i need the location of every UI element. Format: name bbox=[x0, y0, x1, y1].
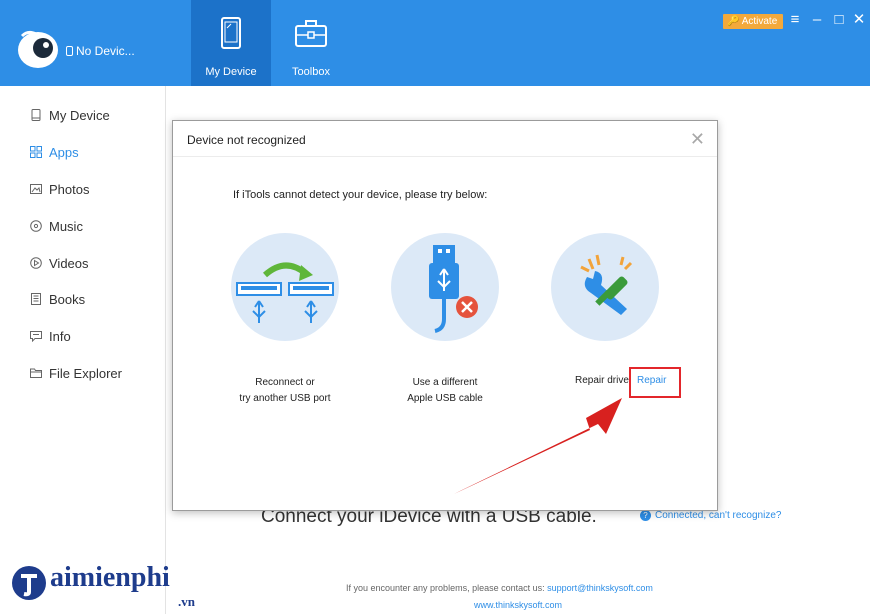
dialog-instruction: If iTools cannot detect your device, ple… bbox=[233, 189, 488, 201]
book-icon bbox=[31, 293, 41, 305]
contact-email-link[interactable]: support@thinkskysoft.com bbox=[547, 583, 653, 593]
sidebar-item-label: Info bbox=[49, 328, 71, 344]
option-line: try another USB port bbox=[239, 393, 331, 404]
key-icon: 🔑 bbox=[727, 16, 740, 27]
help-link-text: Connected, can't recognize? bbox=[655, 510, 782, 521]
title-bar: No Devic... My Device Toolbox 🔑 Activate… bbox=[0, 0, 870, 86]
watermark-logo bbox=[12, 566, 46, 600]
option-reconnect-label: Reconnect or try another USB port bbox=[221, 375, 349, 407]
sidebar-item-videos[interactable]: Videos bbox=[30, 252, 89, 274]
option-line: Reconnect or bbox=[255, 377, 315, 388]
close-icon[interactable]: ✕ bbox=[851, 10, 867, 30]
tab-my-device-label: My Device bbox=[205, 66, 257, 78]
minimize-icon[interactable]: – bbox=[809, 10, 825, 30]
sidebar-item-file-explorer[interactable]: File Explorer bbox=[30, 362, 122, 384]
phone-icon bbox=[31, 109, 41, 121]
device-status[interactable]: No Devic... bbox=[66, 44, 135, 58]
folder-icon bbox=[30, 368, 42, 378]
tab-my-device[interactable]: My Device bbox=[191, 0, 271, 86]
sidebar-item-photos[interactable]: Photos bbox=[30, 178, 89, 200]
device-status-text: No Devic... bbox=[76, 44, 135, 58]
sidebar: My Device Apps Photos Music Videos Books… bbox=[0, 86, 166, 614]
sidebar-item-apps[interactable]: Apps bbox=[30, 141, 79, 163]
watermark-brand: aimienphi bbox=[50, 562, 170, 593]
contact-text: If you encounter any problems, please co… bbox=[346, 583, 545, 593]
sidebar-item-music[interactable]: Music bbox=[30, 215, 83, 237]
annotation-arrow bbox=[454, 398, 622, 494]
toolbox-icon bbox=[295, 20, 327, 47]
itools-window: No Devic... My Device Toolbox 🔑 Activate… bbox=[0, 0, 870, 614]
tab-toolbox[interactable]: Toolbox bbox=[271, 0, 351, 86]
usb-cable-error-icon bbox=[391, 233, 499, 341]
dialog-title: Device not recognized bbox=[187, 133, 306, 147]
sidebar-item-label: Videos bbox=[49, 255, 89, 271]
apps-grid-icon bbox=[30, 146, 42, 158]
repair-tools-icon bbox=[551, 233, 659, 341]
maximize-icon[interactable]: □ bbox=[831, 10, 847, 30]
question-icon: ? bbox=[640, 510, 651, 521]
sidebar-item-books[interactable]: Books bbox=[30, 288, 85, 310]
sidebar-item-label: My Device bbox=[49, 107, 110, 123]
watermark-tld: .vn bbox=[178, 594, 195, 609]
usb-reconnect-icon bbox=[231, 233, 339, 341]
tablet-icon bbox=[221, 17, 241, 49]
sidebar-item-label: Books bbox=[49, 291, 86, 307]
info-chat-icon bbox=[30, 331, 42, 342]
contact-line: If you encounter any problems, please co… bbox=[346, 583, 653, 593]
sidebar-item-info[interactable]: Info bbox=[30, 325, 71, 347]
sidebar-item-label: File Explorer bbox=[49, 365, 122, 381]
itools-logo bbox=[18, 30, 58, 68]
music-icon bbox=[30, 220, 42, 232]
dialog-header: Device not recognized ✕ bbox=[173, 121, 717, 157]
photo-icon bbox=[30, 184, 42, 194]
website-link[interactable]: www.thinkskysoft.com bbox=[474, 600, 562, 610]
activate-button[interactable]: 🔑 Activate bbox=[723, 14, 783, 29]
watermark: aimienphi .vn bbox=[10, 562, 210, 614]
phone-icon bbox=[66, 46, 73, 56]
sidebar-item-label: Photos bbox=[49, 181, 90, 197]
sidebar-item-my-device[interactable]: My Device bbox=[30, 104, 110, 126]
option-repair-label: Repair drive bbox=[575, 375, 629, 386]
activate-label: Activate bbox=[741, 16, 778, 27]
menu-icon[interactable]: ≡ bbox=[787, 10, 803, 30]
close-icon[interactable]: ✕ bbox=[690, 129, 705, 150]
tab-toolbox-label: Toolbox bbox=[292, 66, 330, 78]
video-icon bbox=[30, 257, 42, 269]
sidebar-item-label: Music bbox=[49, 218, 83, 234]
help-link[interactable]: ? Connected, can't recognize? bbox=[640, 510, 781, 521]
sidebar-item-label: Apps bbox=[49, 144, 79, 160]
